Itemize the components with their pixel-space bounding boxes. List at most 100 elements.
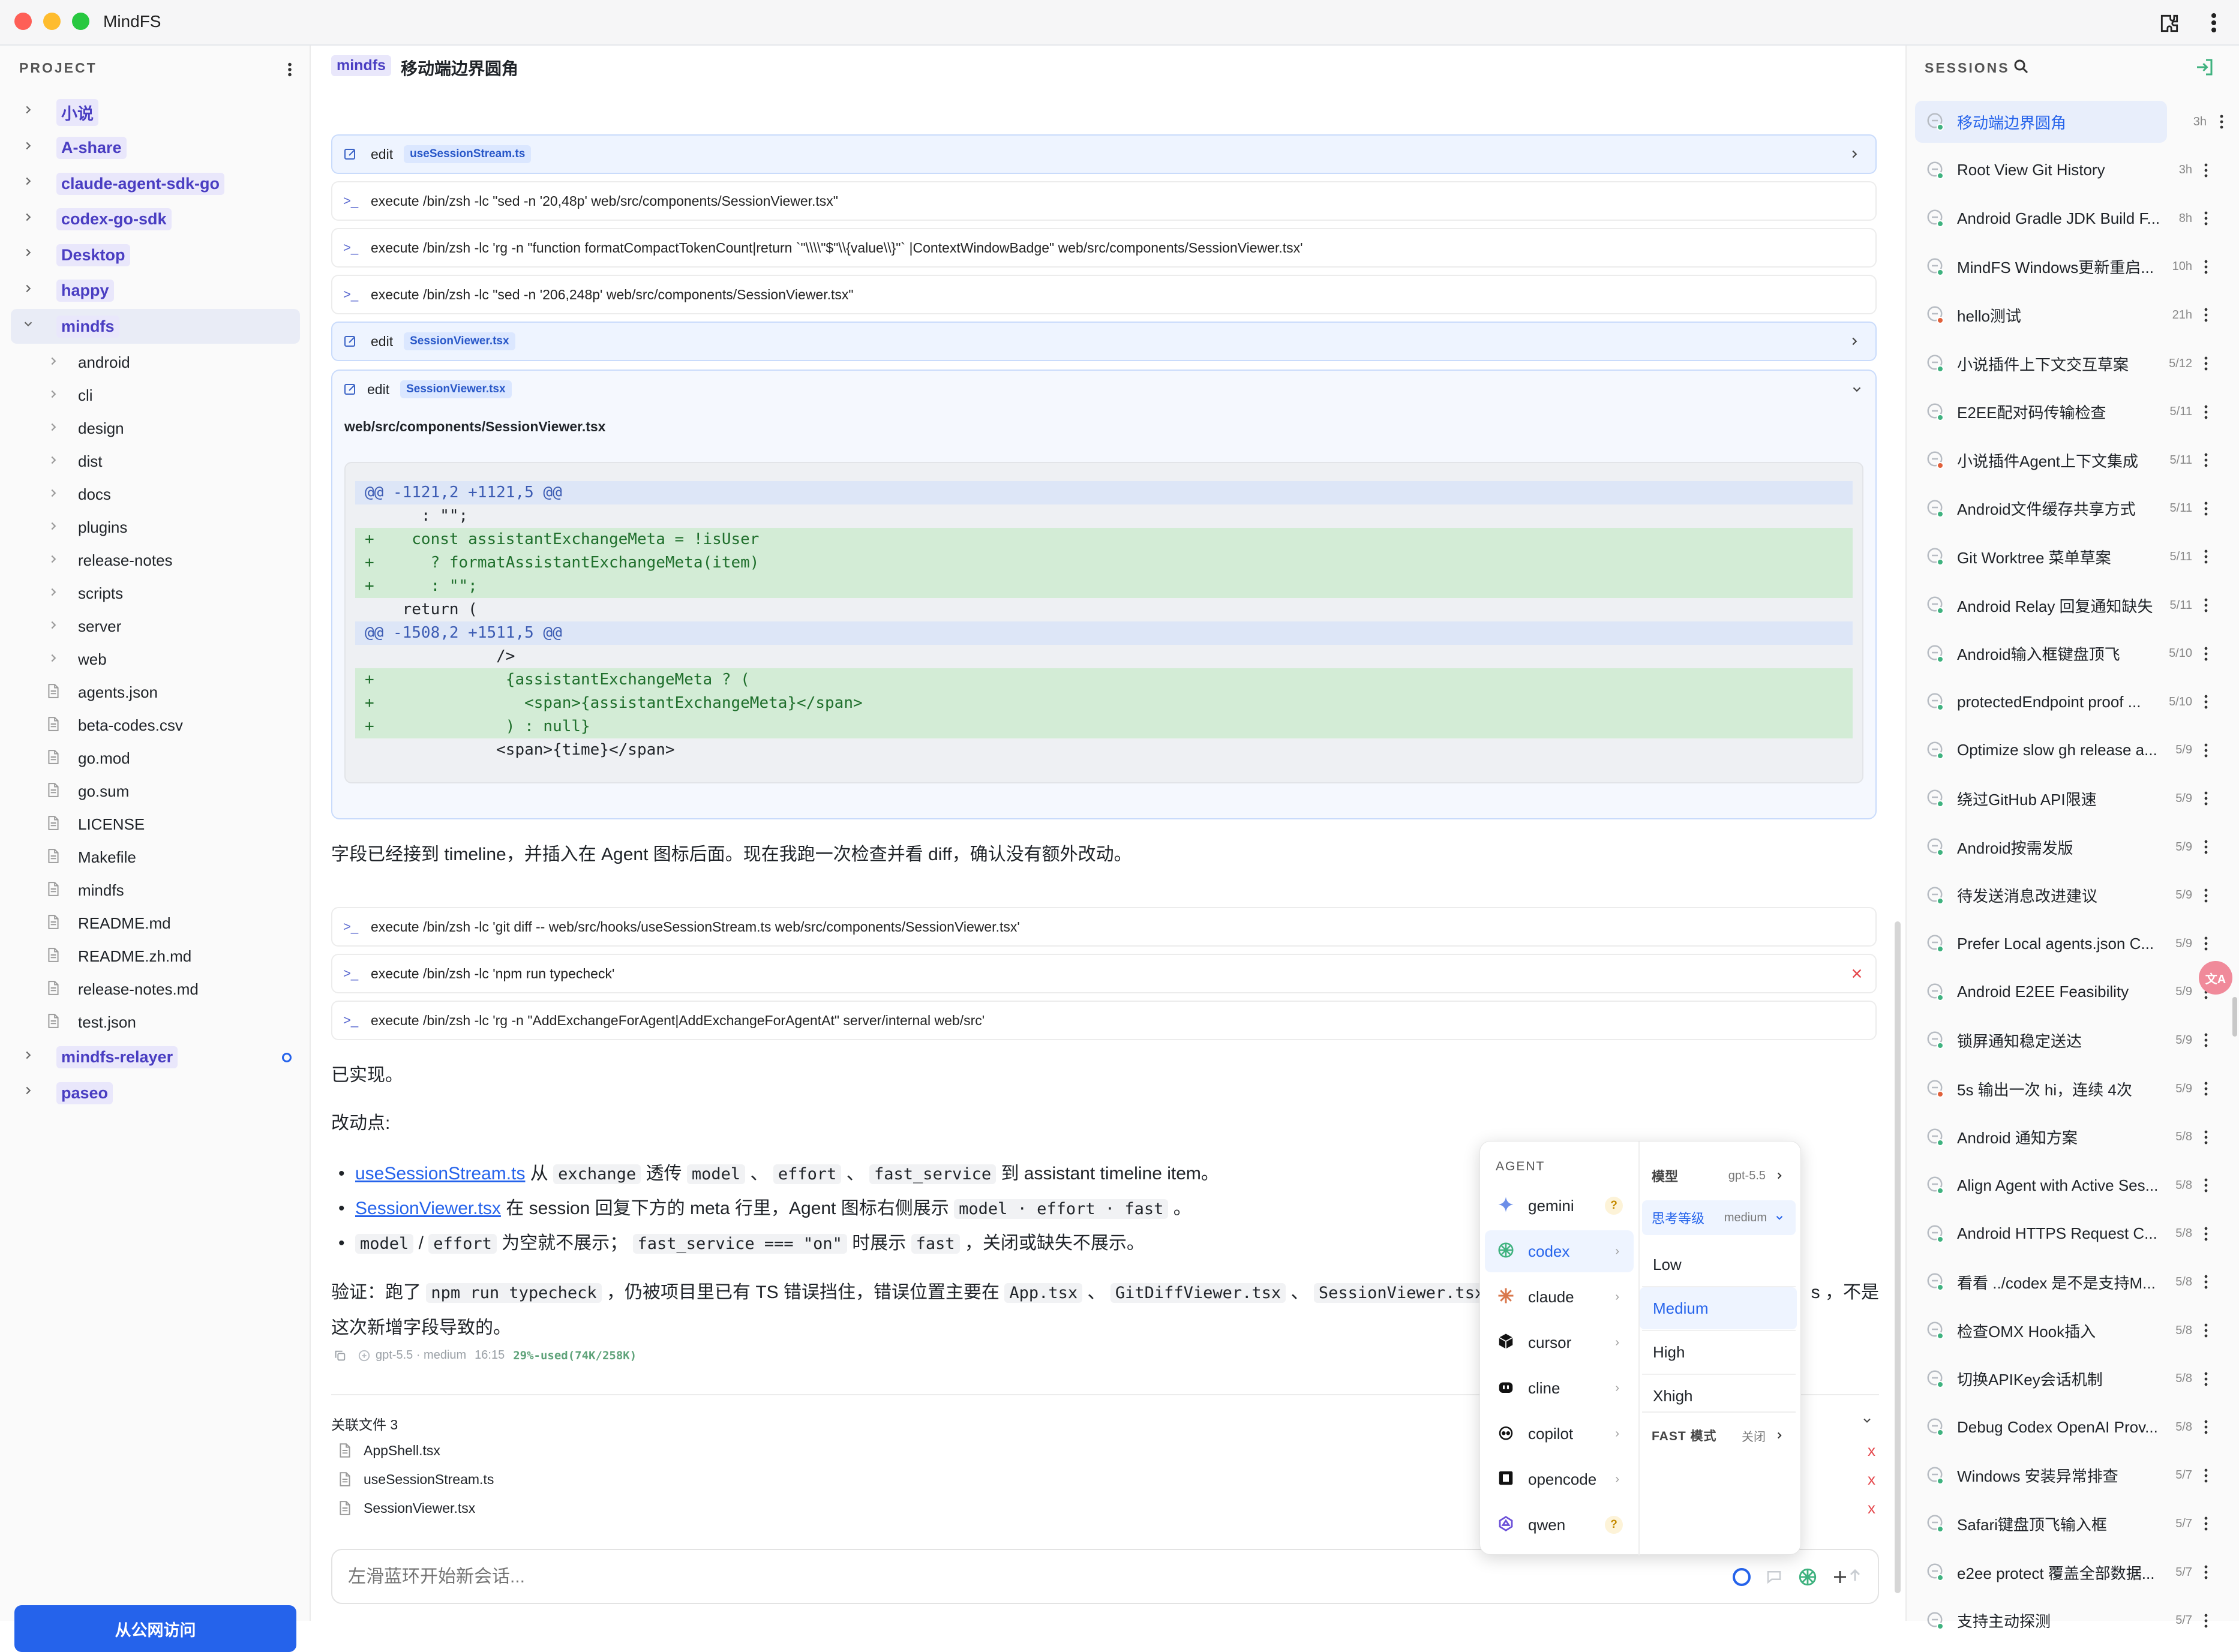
session-item[interactable]: 看看 ../codex 是不是支持M... 5/8: [1915, 1261, 2233, 1303]
chat-scrollbar[interactable]: [1895, 921, 1901, 1593]
minimize-window-button[interactable]: [43, 13, 61, 30]
edit-tool-call[interactable]: edit SessionViewer.tsx: [331, 322, 1877, 361]
file-item[interactable]: agents.json: [47, 676, 158, 709]
session-item[interactable]: 绕过GitHub API限速 5/9: [1915, 777, 2233, 819]
file-item[interactable]: go.sum: [47, 775, 129, 808]
session-menu-icon[interactable]: [2203, 210, 2210, 227]
folder-item[interactable]: cli: [47, 379, 93, 412]
session-menu-icon[interactable]: [2203, 742, 2210, 759]
folder-item[interactable]: scripts: [47, 577, 123, 610]
session-menu-icon[interactable]: [2203, 1515, 2210, 1532]
effort-row[interactable]: 思考等级 medium: [1642, 1200, 1796, 1235]
session-item[interactable]: Android 通知方案 5/8: [1915, 1116, 2233, 1158]
session-item[interactable]: 检查OMX Hook插入 5/8: [1915, 1309, 2233, 1351]
message-input[interactable]: [348, 1563, 1548, 1591]
close-window-button[interactable]: [14, 13, 32, 30]
zoom-window-button[interactable]: [72, 13, 89, 30]
session-menu-icon[interactable]: [2203, 355, 2210, 372]
execute-tool-call[interactable]: >_ execute /bin/zsh -lc 'npm run typechec…: [331, 954, 1877, 993]
expanded-edit-header[interactable]: edit SessionViewer.tsx: [332, 371, 1878, 408]
session-item[interactable]: Android Relay 回复通知缺失 5/11: [1915, 584, 2233, 626]
search-icon[interactable]: [2012, 58, 2030, 76]
session-item[interactable]: Android输入框键盘顶飞 5/10: [1915, 633, 2233, 675]
session-item[interactable]: Safari键盘顶飞输入框 5/7: [1915, 1503, 2233, 1545]
project-item[interactable]: paseo: [11, 1076, 300, 1110]
session-menu-icon[interactable]: [2203, 935, 2210, 952]
message-input-box[interactable]: [331, 1549, 1879, 1604]
execute-tool-call[interactable]: >_ execute /bin/zsh -lc 'rg -n "AddExchan…: [331, 1001, 1877, 1040]
agent-item-qwen[interactable]: qwen?: [1485, 1504, 1634, 1546]
project-item[interactable]: claude-agent-sdk-go: [11, 166, 300, 201]
model-row[interactable]: 模型 gpt-5.5: [1642, 1161, 1796, 1191]
session-menu-icon[interactable]: [2203, 1371, 2210, 1387]
session-menu-icon[interactable]: [2203, 162, 2210, 179]
copy-icon[interactable]: [334, 1349, 352, 1362]
file-item[interactable]: README.zh.md: [47, 940, 191, 973]
session-item[interactable]: 5s 输出一次 hi，连续 4次 5/9: [1915, 1068, 2233, 1110]
session-menu-icon[interactable]: [2203, 1177, 2210, 1194]
edit-tool-call[interactable]: edit useSessionStream.ts: [331, 134, 1877, 174]
session-item[interactable]: Git Worktree 菜单草案 5/11: [1915, 536, 2233, 578]
folder-item[interactable]: android: [47, 346, 130, 379]
session-item[interactable]: MindFS Windows更新重启... 10h: [1915, 246, 2233, 288]
remove-file-button[interactable]: x: [1868, 1470, 1875, 1489]
codex-agent-icon[interactable]: [1797, 1567, 1818, 1587]
chat-bubble-icon[interactable]: [1765, 1568, 1783, 1586]
fast-mode-row[interactable]: FAST 模式 关闭: [1642, 1419, 1796, 1452]
session-item[interactable]: Prefer Local agents.json C... 5/9: [1915, 923, 2233, 965]
extension-icon[interactable]: [2158, 12, 2181, 35]
new-session-ring-icon[interactable]: [1733, 1568, 1751, 1586]
project-item[interactable]: mindfs-relayer: [11, 1040, 300, 1075]
file-item[interactable]: test.json: [47, 1006, 136, 1039]
session-item[interactable]: 小说插件上下文交互草案 5/12: [1915, 343, 2233, 385]
agent-item-codex[interactable]: codex ›: [1485, 1230, 1634, 1272]
agent-item-cursor[interactable]: cursor ›: [1485, 1321, 1634, 1363]
new-session-icon[interactable]: [2193, 56, 2215, 78]
session-menu-icon[interactable]: [2219, 113, 2226, 130]
session-menu-icon[interactable]: [2203, 645, 2210, 662]
folder-item[interactable]: design: [47, 412, 124, 445]
session-item[interactable]: Android按需发版 5/9: [1915, 826, 2233, 868]
session-menu-icon[interactable]: [2203, 1129, 2210, 1146]
session-menu-icon[interactable]: [2203, 887, 2210, 904]
agent-item-claude[interactable]: claude ›: [1485, 1276, 1634, 1318]
effort-option-low[interactable]: Low: [1640, 1243, 1797, 1285]
session-item[interactable]: 移动端边界圆角 3h: [1915, 101, 2223, 143]
session-menu-icon[interactable]: [2203, 839, 2210, 855]
session-menu-icon[interactable]: [2203, 307, 2210, 323]
file-item[interactable]: release-notes.md: [47, 973, 199, 1006]
execute-tool-call[interactable]: >_ execute /bin/zsh -lc 'rg -n "function …: [331, 228, 1877, 268]
session-item[interactable]: Android E2EE Feasibility 5/9: [1915, 971, 2233, 1013]
file-item[interactable]: LICENSE: [47, 808, 145, 841]
session-menu-icon[interactable]: [2203, 404, 2210, 420]
project-menu-icon[interactable]: [286, 60, 294, 79]
session-menu-icon[interactable]: [2203, 500, 2210, 517]
project-item[interactable]: codex-go-sdk: [11, 202, 300, 237]
file-item[interactable]: mindfs: [47, 874, 124, 907]
session-item[interactable]: Android HTTPS Request C... 5/8: [1915, 1213, 2233, 1255]
chevron-down-icon[interactable]: [1861, 1414, 1873, 1426]
execute-tool-call[interactable]: >_ execute /bin/zsh -lc 'git diff -- web/…: [331, 907, 1877, 947]
session-menu-icon[interactable]: [2203, 1419, 2210, 1435]
session-menu-icon[interactable]: [2203, 597, 2210, 614]
session-menu-icon[interactable]: [2203, 1032, 2210, 1049]
project-item[interactable]: happy: [11, 274, 300, 308]
file-item[interactable]: README.md: [47, 907, 171, 940]
session-item[interactable]: 切换APIKey会话机制 5/8: [1915, 1358, 2233, 1400]
session-item[interactable]: Debug Codex OpenAI Prov... 5/8: [1915, 1406, 2233, 1448]
more-menu-icon[interactable]: [2208, 11, 2220, 35]
effort-option-high[interactable]: High: [1640, 1331, 1797, 1373]
session-item[interactable]: Android Gradle JDK Build F... 8h: [1915, 197, 2233, 239]
folder-item[interactable]: release-notes: [47, 544, 173, 577]
session-menu-icon[interactable]: [2203, 1467, 2210, 1484]
session-menu-icon[interactable]: [2203, 1564, 2210, 1581]
file-item[interactable]: beta-codes.csv: [47, 709, 183, 742]
session-viewer-link[interactable]: SessionViewer.tsx: [355, 1199, 501, 1218]
agent-item-cline[interactable]: cline ›: [1485, 1367, 1634, 1409]
session-item[interactable]: hello测试 21h: [1915, 294, 2233, 336]
send-arrow-icon[interactable]: [1847, 1567, 1863, 1584]
translate-icon[interactable]: 文A: [2199, 961, 2232, 995]
session-menu-icon[interactable]: [2203, 259, 2210, 275]
session-item[interactable]: Android文件缓存共享方式 5/11: [1915, 488, 2233, 530]
file-item[interactable]: Makefile: [47, 841, 136, 874]
